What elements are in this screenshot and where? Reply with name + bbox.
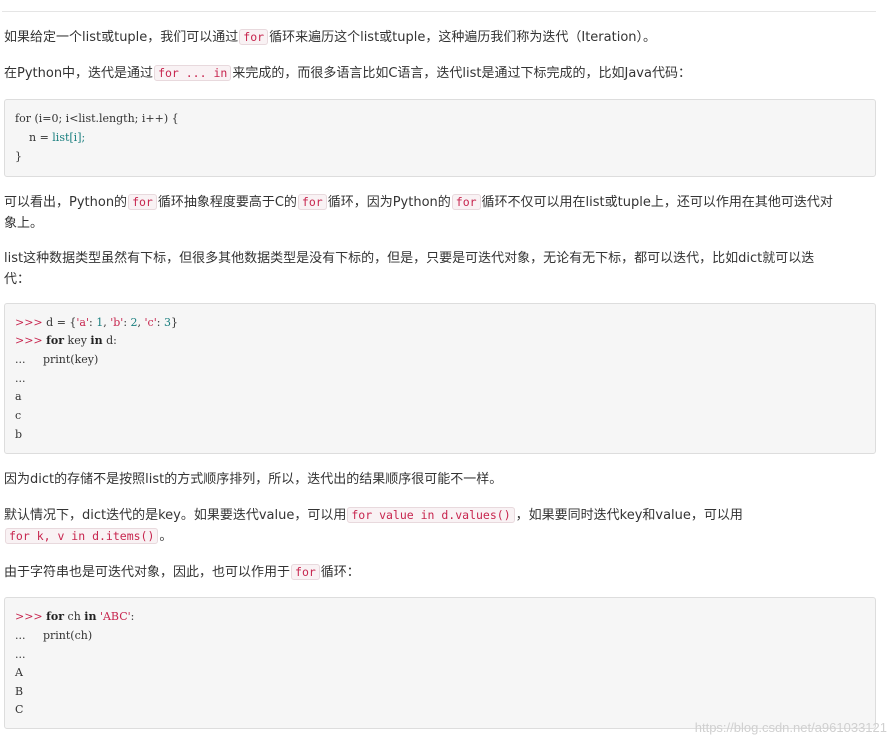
code-line: >>> for ch in 'ABC':: [15, 610, 135, 623]
paragraph-python-for-in: 在Python中，迭代是通过 for ... in 来完成的，而很多语言比如C语言，…: [4, 65, 691, 81]
paragraph-string-iteration: 由于字符串也是可迭代对象，因此，也可以作用于 for 循环：: [4, 564, 360, 580]
inline-code-for: for: [128, 194, 157, 210]
code-block-dict: >>> d = {'a': 1, 'b': 2, 'c': 3} >>> for…: [4, 303, 876, 454]
code-line: for (i=0; i<list.length; i++) {: [15, 112, 179, 125]
paragraph-dict-iteration: list这种数据类型虽然有下标，但很多其他数据类型是没有下标的，但是，只要是可迭…: [4, 251, 815, 287]
code-line: ... print(ch): [15, 629, 93, 642]
watermark: https://blog.csdn.net/a961033121: [694, 720, 887, 735]
code-block-java: for (i=0; i<list.length; i++) { n = list…: [4, 99, 876, 177]
inline-code-for: for: [451, 194, 481, 210]
code-output-line: B: [15, 685, 24, 698]
code-line: ... print(key): [15, 353, 99, 366]
code-output-line: a: [15, 390, 22, 403]
inline-code-for-values: for value in d.values(): [347, 507, 515, 523]
paragraph-iteration-intro: 如果给定一个list或tuple，我们可以通过 for 循环来遍历这个list或tu…: [4, 29, 657, 45]
code-output-line: b: [15, 428, 23, 441]
code-output-line: c: [15, 409, 22, 422]
inline-code-for-items: for k, v in d.items(): [5, 528, 159, 544]
inline-code-for: for: [239, 29, 269, 45]
code-line: ...: [15, 372, 26, 385]
paragraph-dict-keys-values: 默认情况下，dict迭代的是key。如果要迭代value，可以用 for valu…: [4, 507, 743, 544]
inline-code-for-in: for ... in: [154, 65, 232, 81]
code-line: n = list[i];: [15, 131, 86, 144]
inline-code-for: for: [291, 564, 320, 580]
code-block-string: >>> for ch in 'ABC': ... print(ch) ... A…: [4, 597, 876, 729]
paragraph-dict-order: 因为dict的存储不是按照list的方式顺序排列，所以，迭代出的结果顺序很可能不…: [4, 472, 503, 487]
inline-code-for: for: [297, 194, 327, 210]
code-line: >>> d = {'a': 1, 'b': 2, 'c': 3}: [15, 316, 178, 329]
code-line: >>> for key in d:: [15, 334, 117, 347]
paragraph-for-abstraction: 可以看出，Python的 for 循环抽象程度要高于C的 for 循环，因为Python…: [4, 194, 833, 231]
code-line: ...: [15, 648, 26, 661]
top-divider: [2, 11, 876, 12]
code-output-line: C: [15, 703, 24, 716]
code-output-line: A: [15, 666, 23, 679]
code-line: }: [15, 150, 22, 163]
